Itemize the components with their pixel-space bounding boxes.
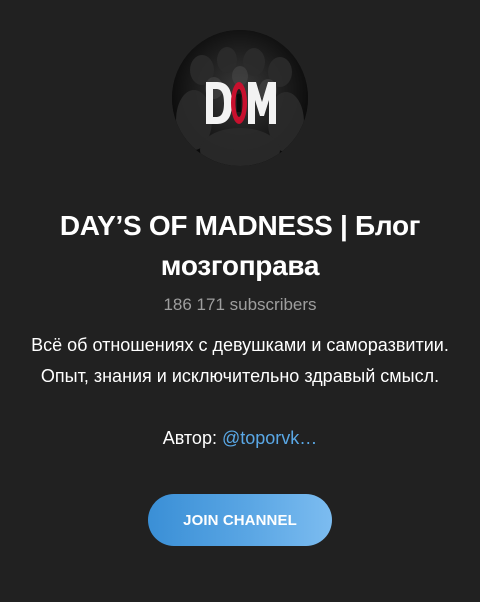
author-line: Автор: @toporvk… — [15, 423, 465, 454]
channel-preview-card: DAY’S OF MADNESS | Блог мозгоправа 186 1… — [0, 0, 480, 602]
author-label: Автор: — [162, 428, 222, 448]
channel-description: Всё об отношениях с девушками и саморазв… — [15, 330, 465, 454]
join-channel-button[interactable]: JOIN CHANNEL — [148, 494, 332, 546]
channel-avatar — [172, 30, 308, 166]
description-blank-line — [15, 392, 465, 423]
channel-description-text: Всё об отношениях с девушками и саморазв… — [31, 335, 449, 386]
subscriber-count: 186 171 subscribers — [163, 295, 317, 314]
channel-logo-image — [172, 30, 308, 166]
author-link[interactable]: @toporvk… — [222, 428, 317, 448]
channel-title: DAY’S OF MADNESS | Блог мозгоправа — [59, 210, 421, 281]
